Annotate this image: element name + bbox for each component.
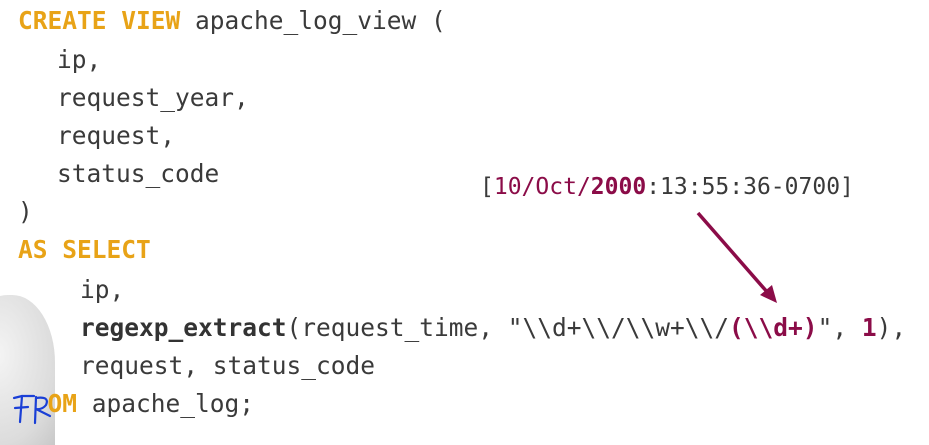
arrow-icon [696,211,777,303]
annotation-overlay [12,211,777,425]
handwritten-fr-icon [12,394,52,425]
